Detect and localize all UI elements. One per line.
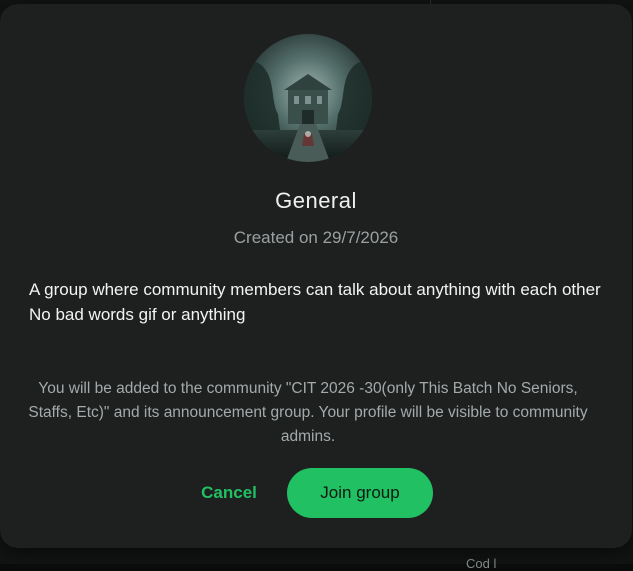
group-description: A group where community members can talk… bbox=[29, 277, 604, 327]
community-notice: You will be added to the community "CIT … bbox=[28, 377, 588, 449]
join-group-dialog: General Created on 29/7/2026 A group whe… bbox=[0, 4, 632, 548]
cancel-button[interactable]: Cancel bbox=[190, 468, 268, 518]
group-created-date: Created on 29/7/2026 bbox=[0, 228, 632, 248]
group-avatar bbox=[244, 34, 372, 162]
group-photo-icon bbox=[244, 34, 372, 162]
join-group-button[interactable]: Join group bbox=[287, 468, 433, 518]
group-name: General bbox=[0, 188, 632, 214]
description-line: No bad words gif or anything bbox=[29, 302, 604, 327]
description-line: A group where community members can talk… bbox=[29, 277, 604, 302]
dialog-actions: Cancel Join group bbox=[0, 468, 632, 518]
